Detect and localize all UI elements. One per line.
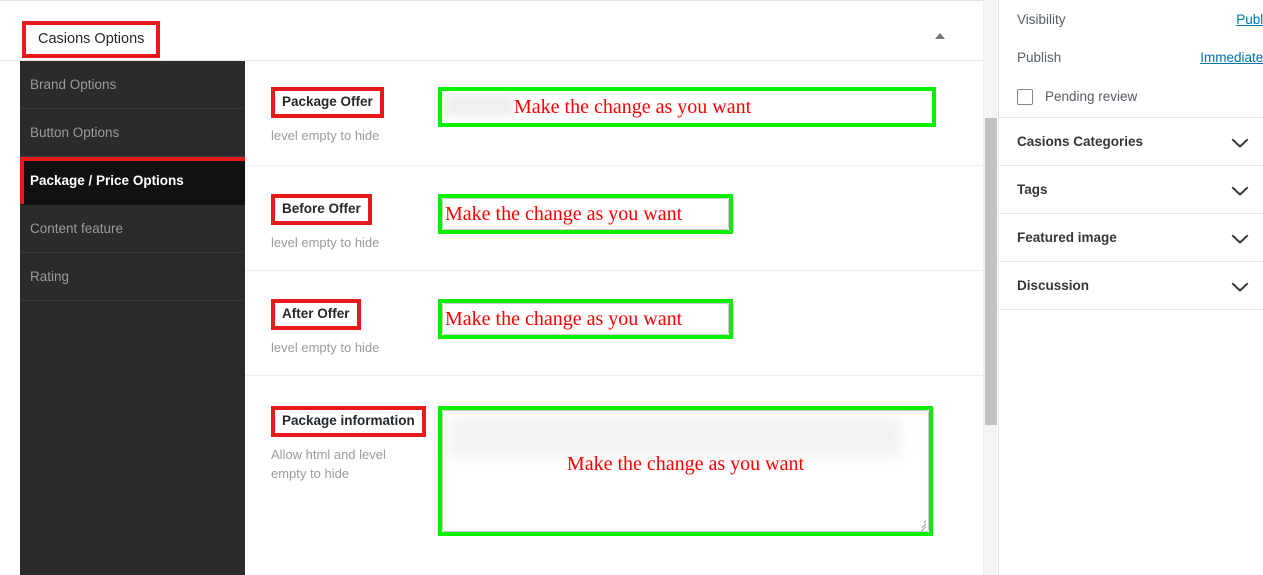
field-row-package-information: Package information Allow html and level… xyxy=(245,376,983,575)
annotation-text: Make the change as you want xyxy=(566,453,805,475)
tab-label: Brand Options xyxy=(30,77,117,92)
field-label-group: Package Offer level empty to hide xyxy=(245,87,438,146)
metabox-title: Casions Options xyxy=(22,21,161,59)
field-helper-package-information: Allow html and level empty to hide xyxy=(271,447,386,482)
input-before-offer[interactable]: Make the change as you want xyxy=(442,198,729,230)
field-control-group: Make the change as you want xyxy=(438,87,936,127)
field-row-after-offer: After Offer level empty to hide Make the… xyxy=(245,271,983,376)
panel-casions-categories[interactable]: Casions Categories xyxy=(999,118,1263,166)
redacted-value-chip xyxy=(446,95,514,117)
input-after-offer[interactable]: Make the change as you want xyxy=(442,303,729,335)
textarea-package-information[interactable]: Make the change as you want xyxy=(442,410,929,532)
field-helper-after-offer: level empty to hide xyxy=(271,340,380,356)
field-row-package-offer: Package Offer level empty to hide Make t… xyxy=(245,61,983,166)
field-label-group: Package information Allow html and level… xyxy=(245,406,438,484)
annotation-text: Make the change as you want xyxy=(445,308,683,330)
editor-screen: Casions Options Brand Options Button Opt… xyxy=(0,0,1263,575)
tab-content-feature[interactable]: Content feature xyxy=(20,205,245,253)
redacted-value-chip xyxy=(449,416,901,458)
document-sidebar: Visibility Public Publish Immediately Pe… xyxy=(998,0,1263,575)
visibility-label: Visibility xyxy=(1017,11,1066,27)
input-package-offer[interactable]: Make the change as you want xyxy=(442,91,932,123)
field-helper-package-offer: level empty to hide xyxy=(271,128,380,144)
panel-title: Tags xyxy=(1017,182,1048,197)
tab-label: Rating xyxy=(30,269,70,284)
field-control-group: Make the change as you want xyxy=(438,194,733,234)
field-label-group: Before Offer level empty to hide xyxy=(245,194,438,253)
chevron-down-icon xyxy=(1231,136,1249,148)
publish-label: Publish xyxy=(1017,49,1062,65)
panel-title: Featured image xyxy=(1017,230,1117,245)
page-scrollbar-track[interactable] xyxy=(983,0,997,575)
field-helper-before-offer: level empty to hide xyxy=(271,235,380,251)
annotation-text: Make the change as you want xyxy=(514,96,752,118)
metabox-header: Casions Options xyxy=(0,2,983,61)
panel-title: Discussion xyxy=(1017,278,1090,293)
tab-label: Package / Price Options xyxy=(30,173,184,188)
field-control-group: Make the change as you want xyxy=(438,299,733,339)
pending-review-row[interactable]: Pending review xyxy=(999,76,1263,118)
metabox-fields: Package Offer level empty to hide Make t… xyxy=(245,61,983,575)
tab-package-price-options[interactable]: Package / Price Options xyxy=(20,157,245,205)
publish-value-link[interactable]: Immediately xyxy=(1200,50,1263,65)
checkbox-icon[interactable] xyxy=(1017,88,1033,105)
field-label-group: After Offer level empty to hide xyxy=(245,299,438,358)
chevron-down-icon xyxy=(1231,232,1249,244)
publish-row: Publish Immediately xyxy=(999,38,1263,76)
page-scrollbar-thumb[interactable] xyxy=(985,118,997,425)
panel-title: Casions Categories xyxy=(1017,134,1144,149)
tab-rating[interactable]: Rating xyxy=(20,253,245,301)
tab-label: Button Options xyxy=(30,125,120,140)
field-row-before-offer: Before Offer level empty to hide Make th… xyxy=(245,166,983,271)
chevron-down-icon xyxy=(1231,184,1249,196)
chevron-down-icon xyxy=(1231,280,1249,292)
visibility-value-link[interactable]: Public xyxy=(1236,12,1263,27)
pending-review-label: Pending review xyxy=(1045,89,1138,104)
field-label-before-offer: Before Offer xyxy=(271,194,372,226)
panel-featured-image[interactable]: Featured image xyxy=(999,214,1263,262)
tab-button-options[interactable]: Button Options xyxy=(20,109,245,157)
highlight-ring-package-information: Make the change as you want xyxy=(438,406,933,536)
metabox-tab-list: Brand Options Button Options Package / P… xyxy=(20,61,245,575)
resize-handle-icon[interactable] xyxy=(915,518,927,531)
chevron-up-icon[interactable] xyxy=(932,28,948,44)
panel-tags[interactable]: Tags xyxy=(999,166,1263,214)
highlight-ring-package-offer: Make the change as you want xyxy=(438,87,936,127)
highlight-ring-before-offer: Make the change as you want xyxy=(438,194,733,234)
casions-options-metabox: Casions Options Brand Options Button Opt… xyxy=(0,0,983,575)
tab-brand-options[interactable]: Brand Options xyxy=(20,61,245,109)
highlight-ring-after-offer: Make the change as you want xyxy=(438,299,733,339)
panel-discussion[interactable]: Discussion xyxy=(999,262,1263,310)
field-label-after-offer: After Offer xyxy=(271,299,361,331)
tab-label: Content feature xyxy=(30,221,124,236)
field-label-package-offer: Package Offer xyxy=(271,87,384,119)
field-label-package-information: Package information xyxy=(271,406,426,438)
visibility-row: Visibility Public xyxy=(999,0,1263,38)
annotation-text: Make the change as you want xyxy=(445,203,683,225)
field-control-group: Make the change as you want xyxy=(438,406,933,536)
